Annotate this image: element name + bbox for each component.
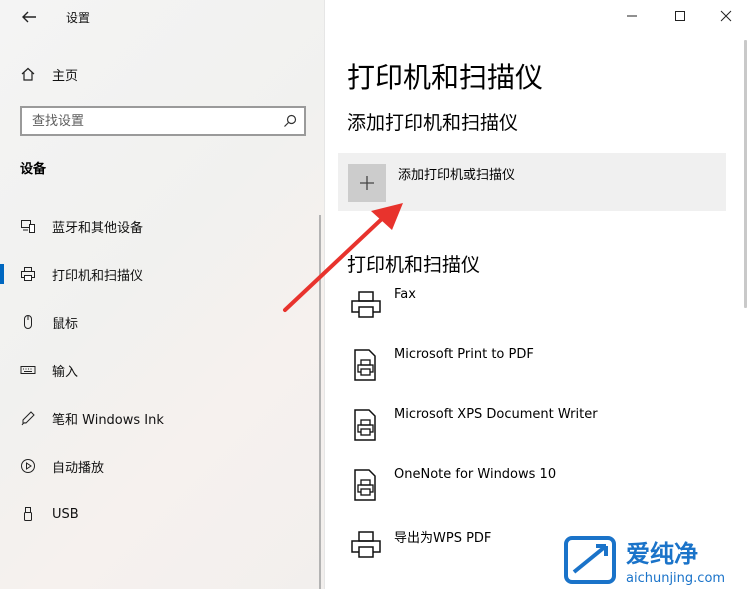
watermark-brand: 爱纯净	[626, 540, 698, 568]
watermark-logo: 爱纯净 aichunjing.com	[560, 532, 750, 588]
watermark-url: aichunjing.com	[626, 571, 725, 586]
annotation-arrow-icon	[283, 203, 403, 312]
